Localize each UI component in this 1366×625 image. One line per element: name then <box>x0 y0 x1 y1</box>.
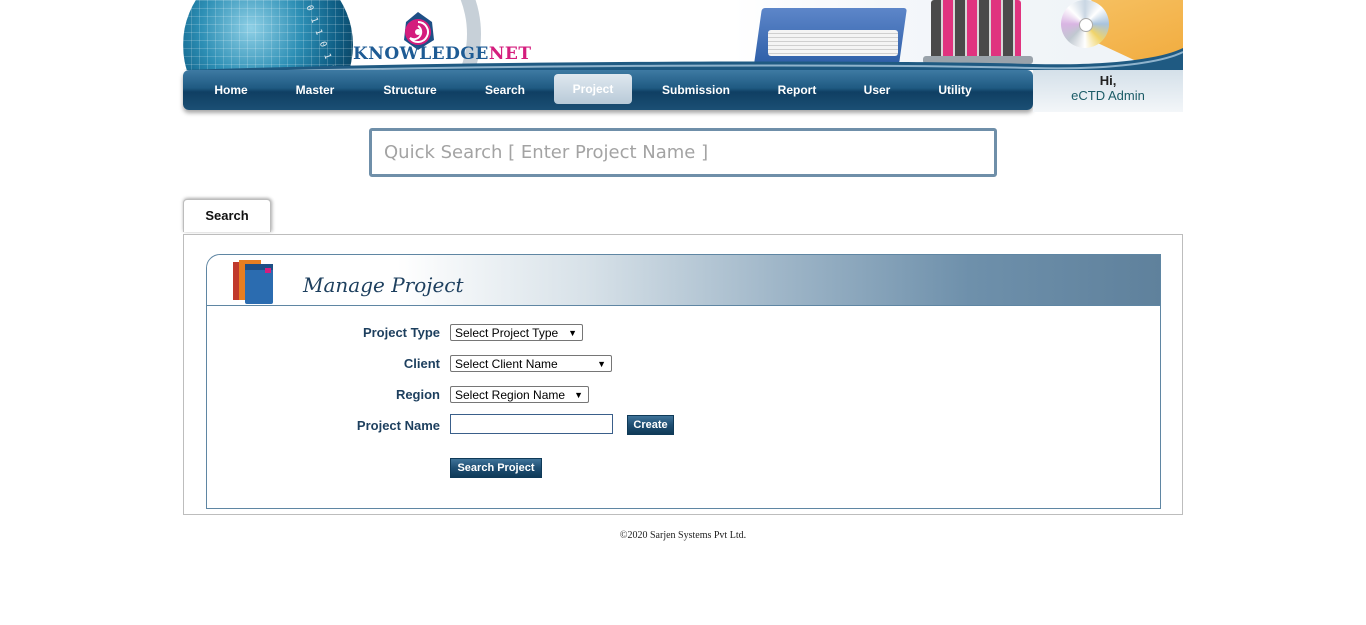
client-label: Client <box>403 356 440 371</box>
cd-hole <box>1079 18 1093 32</box>
user-greeting: Hi, eCTD Admin <box>1033 70 1183 112</box>
create-button[interactable]: Create <box>627 415 674 435</box>
cd-disc-icon <box>1061 0 1109 48</box>
project-name-input[interactable] <box>450 414 613 434</box>
region-select[interactable]: Select Region Name ▼ <box>450 386 589 403</box>
folders-icon <box>233 260 273 304</box>
main-nav: Home Master Structure Search Project Sub… <box>183 70 1033 110</box>
project-type-label: Project Type <box>362 325 440 340</box>
nav-item-project[interactable]: Project <box>554 74 632 104</box>
nav-item-report[interactable]: Report <box>759 70 835 110</box>
header-banner: 0 1 1 0 1 0 1 KNOWLEDGENET <box>183 0 1183 70</box>
chevron-down-icon: ▼ <box>597 359 606 369</box>
footer-copyright: ©2020 Sarjen Systems Pvt Ltd. <box>619 530 747 541</box>
project-type-select[interactable]: Select Project Type ▼ <box>450 324 583 341</box>
nav-item-submission[interactable]: Submission <box>647 70 745 110</box>
quick-search-box <box>369 128 997 177</box>
nav-item-user[interactable]: User <box>839 70 915 110</box>
greeting-hi: Hi, <box>1099 73 1117 88</box>
project-name-label: Project Name <box>356 418 440 433</box>
project-type-select-value: Select Project Type <box>455 326 559 340</box>
nav-item-search[interactable]: Search <box>467 70 543 110</box>
nav-item-utility[interactable]: Utility <box>917 70 993 110</box>
nav-item-master[interactable]: Master <box>277 70 353 110</box>
client-select[interactable]: Select Client Name ▼ <box>450 355 612 372</box>
nav-item-home[interactable]: Home <box>193 70 269 110</box>
manage-project-title: Manage Project <box>303 273 464 297</box>
greeting-username: eCTD Admin <box>1071 88 1145 103</box>
region-select-value: Select Region Name <box>455 388 566 402</box>
manage-project-header: Manage Project <box>207 255 1160 306</box>
nav-item-structure[interactable]: Structure <box>367 70 453 110</box>
client-select-value: Select Client Name <box>455 357 558 371</box>
tab-search[interactable]: Search <box>183 199 271 232</box>
banner-curve <box>183 48 1183 70</box>
manage-project-panel: Manage Project <box>206 254 1161 509</box>
chevron-down-icon: ▼ <box>568 328 577 338</box>
chevron-down-icon: ▼ <box>574 390 583 400</box>
region-label: Region <box>395 387 440 402</box>
quick-search-input[interactable] <box>372 131 996 174</box>
search-project-button[interactable]: Search Project <box>450 458 542 478</box>
